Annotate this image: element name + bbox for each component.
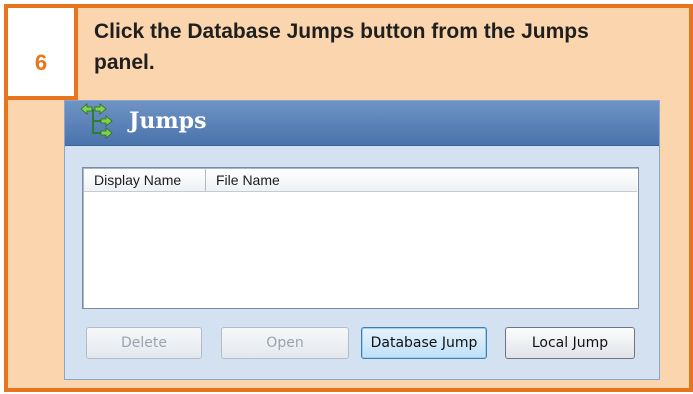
panel-header: Jumps: [65, 101, 659, 146]
jumps-arrows-icon: [79, 103, 119, 143]
panel-title: Jumps: [129, 108, 207, 134]
local-jump-button[interactable]: Local Jump: [505, 327, 635, 359]
open-button[interactable]: Open: [221, 327, 349, 359]
column-header-display-name[interactable]: Display Name: [84, 169, 206, 191]
jumps-list[interactable]: Display Name File Name: [82, 167, 639, 309]
delete-button[interactable]: Delete: [86, 327, 202, 359]
database-jump-button[interactable]: Database Jump: [361, 327, 487, 359]
jumps-panel: Jumps Display Name File Name Delete Open…: [64, 100, 660, 380]
column-header-file-name[interactable]: File Name: [206, 169, 326, 191]
tutorial-step-frame: 6 Click the Database Jumps button from t…: [4, 4, 693, 392]
step-number-box: 6: [8, 8, 78, 100]
list-header: Display Name File Name: [84, 169, 637, 192]
step-instruction: Click the Database Jumps button from the…: [94, 20, 589, 74]
step-number: 6: [34, 50, 48, 75]
